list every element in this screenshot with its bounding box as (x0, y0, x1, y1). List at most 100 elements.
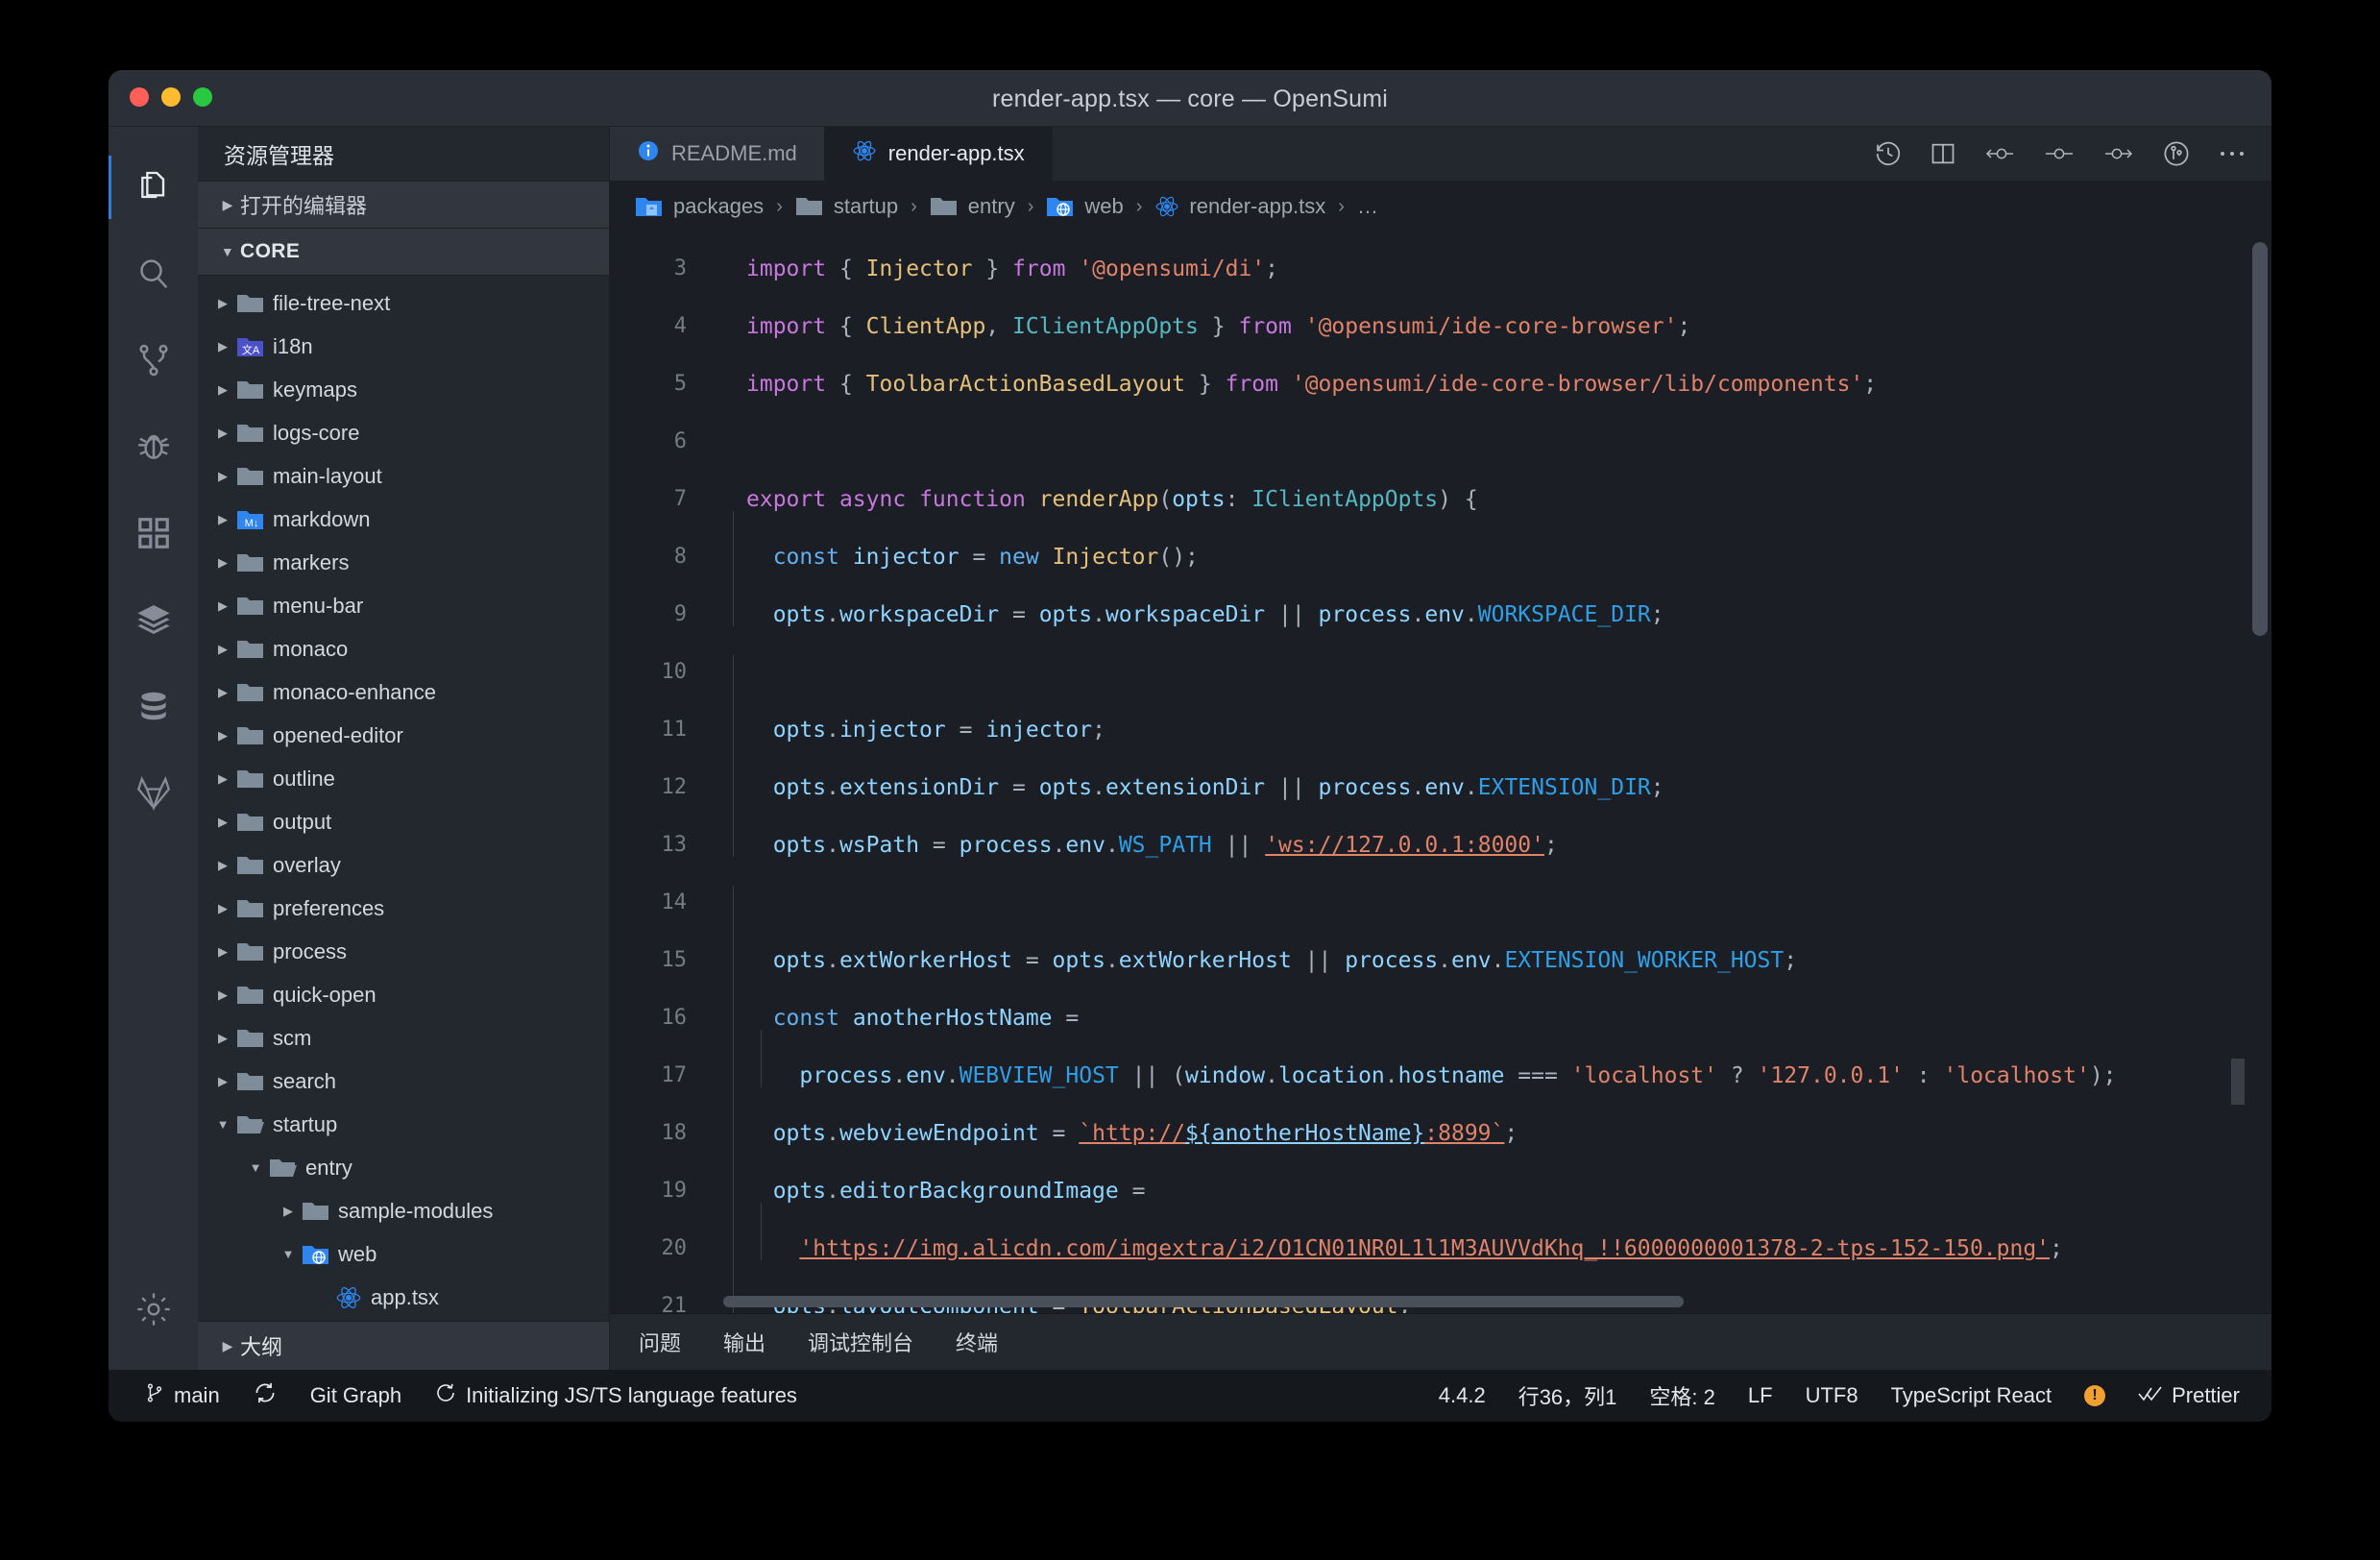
tree-folder-menu-bar[interactable]: ▶menu-bar (198, 584, 609, 627)
code-content[interactable]: 3import { Injector } from '@opensumi/di'… (610, 240, 2271, 1313)
code-line[interactable]: 4import { ClientApp, IClientAppOpts } fr… (610, 298, 2271, 355)
explorer-panel: 资源管理器 ▶ 打开的编辑器 ▼ CORE ▶file-tree-next▶文A… (198, 127, 610, 1370)
breadcrumb-item-…[interactable]: … (1357, 194, 1378, 219)
folder-icon (234, 1069, 267, 1094)
code-line[interactable]: 16 const anotherHostName = (610, 989, 2271, 1047)
git-compare-icon[interactable] (2162, 139, 2191, 168)
activity-item-search[interactable] (109, 231, 198, 317)
tree-item-label: quick-open (273, 985, 376, 1006)
tree-folder-web[interactable]: ▼web (198, 1232, 609, 1276)
svg-text:文A: 文A (242, 343, 260, 356)
chevron-right-icon: ▶ (277, 1204, 300, 1219)
activity-item-debug[interactable] (109, 403, 198, 490)
code-editor[interactable]: 3import { Injector } from '@opensumi/di'… (610, 232, 2271, 1313)
status-git-graph[interactable]: Git Graph (294, 1370, 418, 1422)
ellipsis-icon[interactable] (2218, 148, 2246, 159)
tree-file-app.tsx[interactable]: ▶app.tsx (198, 1276, 609, 1319)
code-line[interactable]: 12 opts.extensionDir = opts.extensionDir… (610, 759, 2271, 817)
tree-folder-main-layout[interactable]: ▶main-layout (198, 454, 609, 498)
status-indentation[interactable]: 空格: 2 (1633, 1370, 1731, 1422)
code-line[interactable]: 13 opts.wsPath = process.env.WS_PATH || … (610, 817, 2271, 874)
tree-folder-scm[interactable]: ▶scm (198, 1016, 609, 1060)
breadcrumb-item-entry[interactable]: entry (930, 194, 1015, 219)
tree-folder-sample-modules[interactable]: ▶sample-modules (198, 1189, 609, 1232)
code-line[interactable]: 3import { Injector } from '@opensumi/di'… (610, 240, 2271, 298)
code-line[interactable]: 15 opts.extWorkerHost = opts.extWorkerHo… (610, 932, 2271, 989)
tree-folder-i18n[interactable]: ▶文Ai18n (198, 325, 609, 368)
activity-item-explorer[interactable] (109, 144, 198, 231)
tree-folder-file-tree-next[interactable]: ▶file-tree-next (198, 281, 609, 325)
panel-tab-输出[interactable]: 输出 (702, 1314, 787, 1370)
tree-folder-keymaps[interactable]: ▶keymaps (198, 368, 609, 411)
code-line[interactable]: 20 'https://img.alicdn.com/imgextra/i2/O… (610, 1220, 2271, 1278)
breadcrumb-item-render-app.tsx[interactable]: render-app.tsx (1154, 194, 1325, 219)
activity-item-database[interactable] (109, 663, 198, 749)
breadcrumb-item-startup[interactable]: startup (795, 194, 898, 219)
code-line[interactable]: 6 (610, 413, 2271, 471)
tree-folder-monaco-enhance[interactable]: ▶monaco-enhance (198, 670, 609, 714)
outline-section[interactable]: ▶ 大纲 (198, 1321, 609, 1370)
project-section[interactable]: ▼ CORE (198, 229, 609, 276)
code-line[interactable]: 11 opts.injector = injector; (610, 701, 2271, 759)
tree-folder-search[interactable]: ▶search (198, 1060, 609, 1103)
file-tree[interactable]: ▶file-tree-next▶文Ai18n▶keymaps▶logs-core… (198, 276, 609, 1321)
merge-right-icon[interactable] (2102, 140, 2135, 167)
panel-tab-问题[interactable]: 问题 (618, 1314, 702, 1370)
open-editors-section[interactable]: ▶ 打开的编辑器 (198, 182, 609, 229)
activity-item-source-control[interactable] (109, 317, 198, 403)
tree-folder-process[interactable]: ▶process (198, 930, 609, 973)
history-clock-icon[interactable] (1874, 139, 1903, 168)
status-task[interactable]: Initializing JS/TS language features (418, 1370, 814, 1422)
tree-folder-preferences[interactable]: ▶preferences (198, 887, 609, 930)
code-line[interactable]: 5import { ToolbarActionBasedLayout } fro… (610, 355, 2271, 413)
tab-render-app[interactable]: render-app.tsx (825, 127, 1053, 181)
activity-item-extensions[interactable] (109, 490, 198, 576)
tree-folder-overlay[interactable]: ▶overlay (198, 843, 609, 887)
merge-center-icon[interactable] (2043, 140, 2076, 167)
panel-tab-终端[interactable]: 终端 (935, 1314, 1019, 1370)
status-warning[interactable]: ! (2068, 1370, 2122, 1422)
status-formatter[interactable]: Prettier (2122, 1370, 2256, 1422)
breadcrumb-label: entry (968, 194, 1015, 219)
tree-folder-logs-core[interactable]: ▶logs-core (198, 411, 609, 454)
tree-folder-markdown[interactable]: ▶M↓markdown (198, 498, 609, 541)
split-editor-icon[interactable] (1930, 140, 1956, 167)
status-eol[interactable]: LF (1732, 1370, 1789, 1422)
activity-item-settings[interactable] (109, 1266, 198, 1353)
breadcrumb-separator: › (764, 196, 795, 218)
tree-folder-output[interactable]: ▶output (198, 800, 609, 843)
status-encoding[interactable]: UTF8 (1789, 1370, 1875, 1422)
tree-folder-outline[interactable]: ▶outline (198, 757, 609, 800)
panel-tab-调试控制台[interactable]: 调试控制台 (787, 1314, 935, 1370)
activity-item-layers[interactable] (109, 576, 198, 663)
horizontal-scrollbar[interactable] (723, 1296, 1684, 1307)
tree-folder-monaco[interactable]: ▶monaco (198, 627, 609, 670)
status-language[interactable]: TypeScript React (1875, 1370, 2069, 1422)
tree-folder-quick-open[interactable]: ▶quick-open (198, 973, 609, 1016)
code-line[interactable]: 19 opts.editorBackgroundImage = (610, 1162, 2271, 1220)
breadcrumb-item-packages[interactable]: packages (635, 194, 764, 219)
tree-folder-entry[interactable]: ▼entry (198, 1146, 609, 1189)
bottom-panel-tabs[interactable]: 问题输出调试控制台终端 (610, 1313, 2271, 1370)
code-line[interactable]: 8 const injector = new Injector(); (610, 528, 2271, 586)
code-line[interactable]: 9 opts.workspaceDir = opts.workspaceDir … (610, 586, 2271, 644)
status-branch[interactable]: main (128, 1370, 236, 1422)
tree-folder-markers[interactable]: ▶markers (198, 541, 609, 584)
tab-readme[interactable]: README.md (610, 127, 825, 181)
merge-left-icon[interactable] (1983, 140, 2016, 167)
code-line[interactable]: 10 (610, 644, 2271, 701)
status-sync[interactable] (236, 1370, 294, 1422)
code-line[interactable]: 7export async function renderApp(opts: I… (610, 471, 2271, 528)
code-line[interactable]: 17 process.env.WEBVIEW_HOST || (window.l… (610, 1047, 2271, 1105)
chevron-right-icon: ▶ (211, 642, 234, 657)
tree-folder-opened-editor[interactable]: ▶opened-editor (198, 714, 609, 757)
code-line[interactable]: 18 opts.webviewEndpoint = `http://${anot… (610, 1105, 2271, 1162)
vertical-scrollbar[interactable] (2252, 242, 2268, 636)
status-version[interactable]: 4.4.2 (1422, 1370, 1502, 1422)
code-line[interactable]: 14 (610, 874, 2271, 932)
status-cursor-position[interactable]: 行36，列1 (1502, 1370, 1634, 1422)
breadcrumb-item-web[interactable]: web (1046, 194, 1123, 219)
breadcrumb[interactable]: packages›startup›entry›web›render-app.ts… (610, 181, 2271, 232)
tree-folder-startup[interactable]: ▼startup (198, 1103, 609, 1146)
activity-item-gitlab[interactable] (109, 749, 198, 836)
